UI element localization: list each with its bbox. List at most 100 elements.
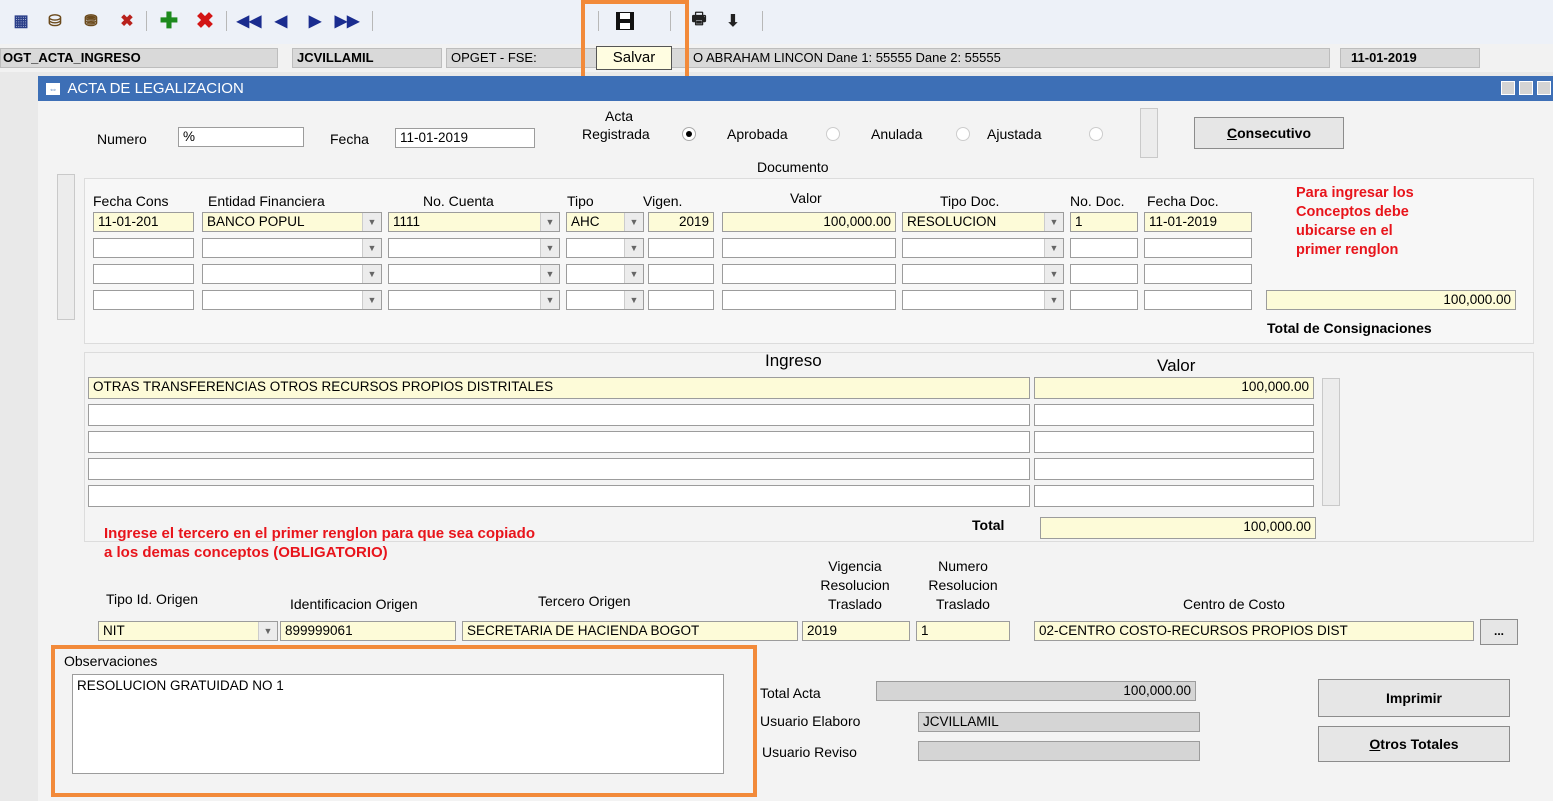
row1-vigen[interactable]: 2019	[648, 212, 714, 232]
chevron-down-icon[interactable]: ▼	[362, 291, 381, 309]
radio-aprobada[interactable]	[826, 127, 840, 141]
ingreso-row3[interactable]	[88, 431, 1030, 453]
cancel-query-icon[interactable]: ✖	[116, 10, 138, 32]
radio-ajustada[interactable]	[1089, 127, 1103, 141]
ingreso-row5[interactable]	[88, 485, 1030, 507]
row3-fecha-doc[interactable]	[1144, 264, 1252, 284]
row1-fecha-cons[interactable]: 11-01-201	[93, 212, 194, 232]
row4-no-doc[interactable]	[1070, 290, 1138, 310]
chevron-down-icon[interactable]: ▼	[362, 239, 381, 257]
identificacion-input[interactable]: 899999061	[280, 621, 456, 641]
row2-tipo-doc[interactable]: ▼	[902, 238, 1064, 258]
row1-tipo-doc[interactable]: RESOLUCION ▼	[902, 212, 1064, 232]
row4-cuenta[interactable]: ▼	[388, 290, 560, 310]
label-line: Traslado	[828, 596, 882, 612]
row1-cuenta[interactable]: 1111 ▼	[388, 212, 560, 232]
chevron-down-icon[interactable]: ▼	[540, 239, 559, 257]
chevron-down-icon[interactable]: ▼	[624, 291, 643, 309]
chevron-down-icon[interactable]: ▼	[1044, 265, 1063, 283]
row3-tipo[interactable]: ▼	[566, 264, 644, 284]
close-icon[interactable]	[1537, 81, 1551, 95]
lov-button[interactable]: ...	[1480, 619, 1518, 645]
centro-costo-input[interactable]: 02-CENTRO COSTO-RECURSOS PROPIOS DIST	[1034, 621, 1474, 641]
ingreso-row1-valor[interactable]: 100,000.00	[1034, 377, 1314, 399]
chevron-down-icon[interactable]: ▼	[624, 213, 643, 231]
row1-tipo[interactable]: AHC ▼	[566, 212, 644, 232]
radio-anulada[interactable]	[956, 127, 970, 141]
first-record-icon[interactable]: ◀◀	[237, 10, 262, 32]
row3-vigen[interactable]	[648, 264, 714, 284]
row4-vigen[interactable]	[648, 290, 714, 310]
chevron-down-icon[interactable]: ▼	[540, 265, 559, 283]
chevron-down-icon[interactable]: ▼	[258, 622, 277, 640]
row2-vigen[interactable]	[648, 238, 714, 258]
enter-query-icon[interactable]: ▦	[10, 10, 32, 32]
row2-fecha-cons[interactable]	[93, 238, 194, 258]
row3-cuenta[interactable]: ▼	[388, 264, 560, 284]
row2-cuenta[interactable]: ▼	[388, 238, 560, 258]
chevron-down-icon[interactable]: ▼	[362, 265, 381, 283]
row1-no-doc[interactable]: 1	[1070, 212, 1138, 232]
last-record-icon[interactable]: ▶▶	[335, 10, 360, 32]
maximize-icon[interactable]	[1519, 81, 1533, 95]
row3-tipo-doc[interactable]: ▼	[902, 264, 1064, 284]
row1-entidad[interactable]: BANCO POPUL ▼	[202, 212, 382, 232]
numero-resolucion-input[interactable]: 1	[916, 621, 1010, 641]
row2-entidad[interactable]: ▼	[202, 238, 382, 258]
chevron-down-icon[interactable]: ▼	[1044, 291, 1063, 309]
row3-fecha-cons[interactable]	[93, 264, 194, 284]
chevron-down-icon[interactable]: ▼	[1044, 239, 1063, 257]
previous-record-icon[interactable]: ◀	[270, 10, 292, 32]
count-query-icon[interactable]: ⛃	[80, 10, 102, 32]
tercero-input[interactable]: SECRETARIA DE HACIENDA BOGOT	[462, 621, 798, 641]
row3-no-doc[interactable]	[1070, 264, 1138, 284]
ingreso-row2-valor[interactable]	[1034, 404, 1314, 426]
chevron-down-icon[interactable]: ▼	[362, 213, 381, 231]
row4-entidad[interactable]: ▼	[202, 290, 382, 310]
row2-no-doc[interactable]	[1070, 238, 1138, 258]
row1-fecha-doc[interactable]: 11-01-2019	[1144, 212, 1252, 232]
download-icon[interactable]: ⬇	[722, 10, 744, 32]
col-tipo: Tipo	[567, 193, 594, 209]
chevron-down-icon[interactable]: ▼	[624, 239, 643, 257]
next-record-icon[interactable]: ▶	[304, 10, 326, 32]
consecutivo-button[interactable]: Consecutivo	[1194, 117, 1344, 149]
execute-query-icon[interactable]: ⛁	[44, 10, 66, 32]
row2-valor[interactable]	[722, 238, 896, 258]
print-icon[interactable]: 🖶	[688, 10, 710, 32]
fecha-input[interactable]: 11-01-2019	[395, 128, 535, 148]
minimize-icon[interactable]	[1501, 81, 1515, 95]
row3-entidad[interactable]: ▼	[202, 264, 382, 284]
insert-record-icon[interactable]: ✚	[158, 8, 180, 33]
row2-tipo[interactable]: ▼	[566, 238, 644, 258]
ingreso-scrollbar[interactable]	[1322, 378, 1340, 506]
row2-fecha-doc[interactable]	[1144, 238, 1252, 258]
imprimir-button[interactable]: Imprimir	[1318, 679, 1510, 717]
ingreso-row1[interactable]: OTRAS TRANSFERENCIAS OTROS RECURSOS PROP…	[88, 377, 1030, 399]
header-scrollbar[interactable]	[1140, 108, 1158, 158]
ingreso-row4[interactable]	[88, 458, 1030, 480]
chevron-down-icon[interactable]: ▼	[1044, 213, 1063, 231]
vigencia-input[interactable]: 2019	[802, 621, 910, 641]
chevron-down-icon[interactable]: ▼	[540, 291, 559, 309]
chevron-down-icon[interactable]: ▼	[624, 265, 643, 283]
documento-scrollbar[interactable]	[57, 174, 75, 320]
radio-registrada[interactable]	[682, 127, 696, 141]
chevron-down-icon[interactable]: ▼	[540, 213, 559, 231]
row1-valor[interactable]: 100,000.00	[722, 212, 896, 232]
row4-tipo[interactable]: ▼	[566, 290, 644, 310]
ingreso-row4-valor[interactable]	[1034, 458, 1314, 480]
ingreso-row3-valor[interactable]	[1034, 431, 1314, 453]
row4-valor[interactable]	[722, 290, 896, 310]
delete-record-icon[interactable]: ✖	[194, 8, 216, 33]
row3-valor[interactable]	[722, 264, 896, 284]
ingreso-row5-valor[interactable]	[1034, 485, 1314, 507]
tipo-id-select[interactable]: NIT ▼	[98, 621, 278, 641]
row4-fecha-doc[interactable]	[1144, 290, 1252, 310]
row4-fecha-cons[interactable]	[93, 290, 194, 310]
otros-totales-button[interactable]: Otros Totales	[1318, 726, 1510, 762]
row4-tipo-doc[interactable]: ▼	[902, 290, 1064, 310]
col-entidad-financiera: Entidad Financiera	[208, 193, 325, 209]
numero-input[interactable]: %	[178, 127, 304, 147]
ingreso-row2[interactable]	[88, 404, 1030, 426]
